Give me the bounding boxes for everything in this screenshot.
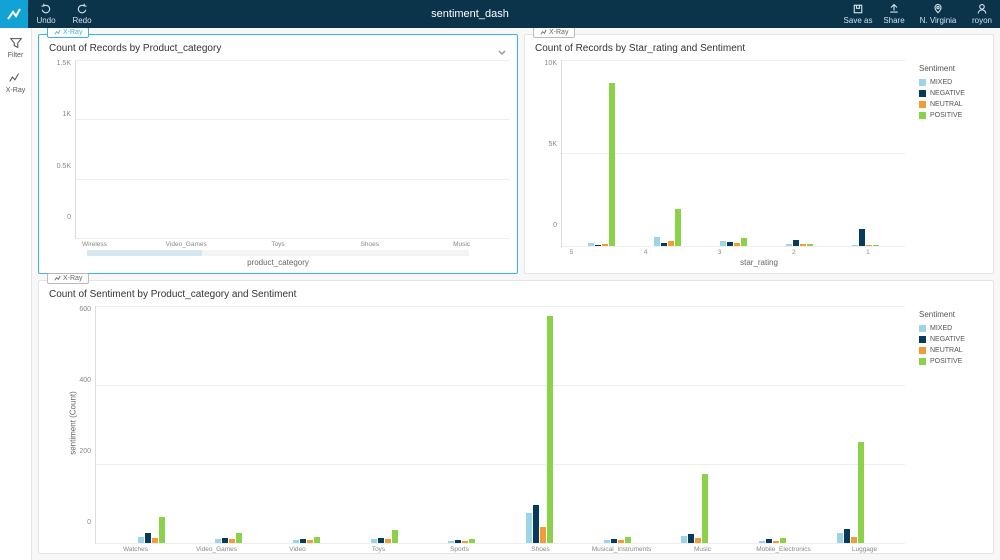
xray-chip[interactable]: X-Ray	[47, 273, 89, 284]
share-button[interactable]: Share	[876, 0, 912, 28]
topbar: Undo Redo sentiment_dash Save as Share N…	[0, 0, 1000, 28]
x-label: product_category	[39, 256, 517, 273]
xray-button[interactable]: X-Ray	[6, 71, 25, 94]
sidebar: Filter X-Ray	[0, 28, 32, 560]
plot-area	[561, 60, 905, 247]
x-ticks: WirelessVideo_GamesToysShoesMusic	[39, 239, 517, 248]
filter-button[interactable]: Filter	[8, 36, 24, 59]
xray-chip[interactable]: X-Ray	[533, 28, 575, 38]
chevron-down-icon[interactable]	[497, 45, 507, 55]
user-button[interactable]: royon	[964, 0, 1000, 28]
panel-sentiment-category[interactable]: X-Ray Count of Sentiment by Product_cate…	[38, 280, 994, 554]
plot-area	[75, 60, 509, 239]
panel-product-category[interactable]: X-Ray Count of Records by Product_catego…	[38, 34, 518, 274]
legend: Sentiment MIXED NEGATIVE NEUTRAL POSITIV…	[913, 302, 993, 544]
y-axis: 10K5K0	[525, 56, 561, 247]
app-logo[interactable]	[0, 0, 28, 28]
undo-button[interactable]: Undo	[28, 0, 64, 28]
x-ticks: 54321	[525, 247, 993, 256]
panel-title: Count of Records by Product_category	[39, 35, 517, 56]
y-axis: 6004002000	[39, 302, 95, 544]
x-ticks: WatchesVideo_GamesVideoToysSportsShoesMu…	[39, 544, 993, 553]
region-button[interactable]: N. Virginia	[912, 0, 964, 28]
plot-area	[95, 306, 905, 544]
x-label: star_rating	[525, 256, 993, 273]
xray-chip[interactable]: X-Ray	[47, 28, 89, 38]
panel-title: Count of Records by Star_rating and Sent…	[525, 35, 993, 56]
y-label: sentiment (Count)	[68, 391, 77, 455]
dashboard-title: sentiment_dash	[100, 8, 840, 20]
redo-button[interactable]: Redo	[64, 0, 100, 28]
panel-title: Count of Sentiment by Product_category a…	[39, 281, 993, 302]
legend: Sentiment MIXED NEGATIVE NEUTRAL POSITIV…	[913, 56, 993, 247]
panel-star-rating[interactable]: X-Ray Count of Records by Star_rating an…	[524, 34, 994, 274]
saveas-button[interactable]: Save as	[840, 0, 876, 28]
y-axis: 1.5K1K0.5K0	[39, 56, 75, 239]
